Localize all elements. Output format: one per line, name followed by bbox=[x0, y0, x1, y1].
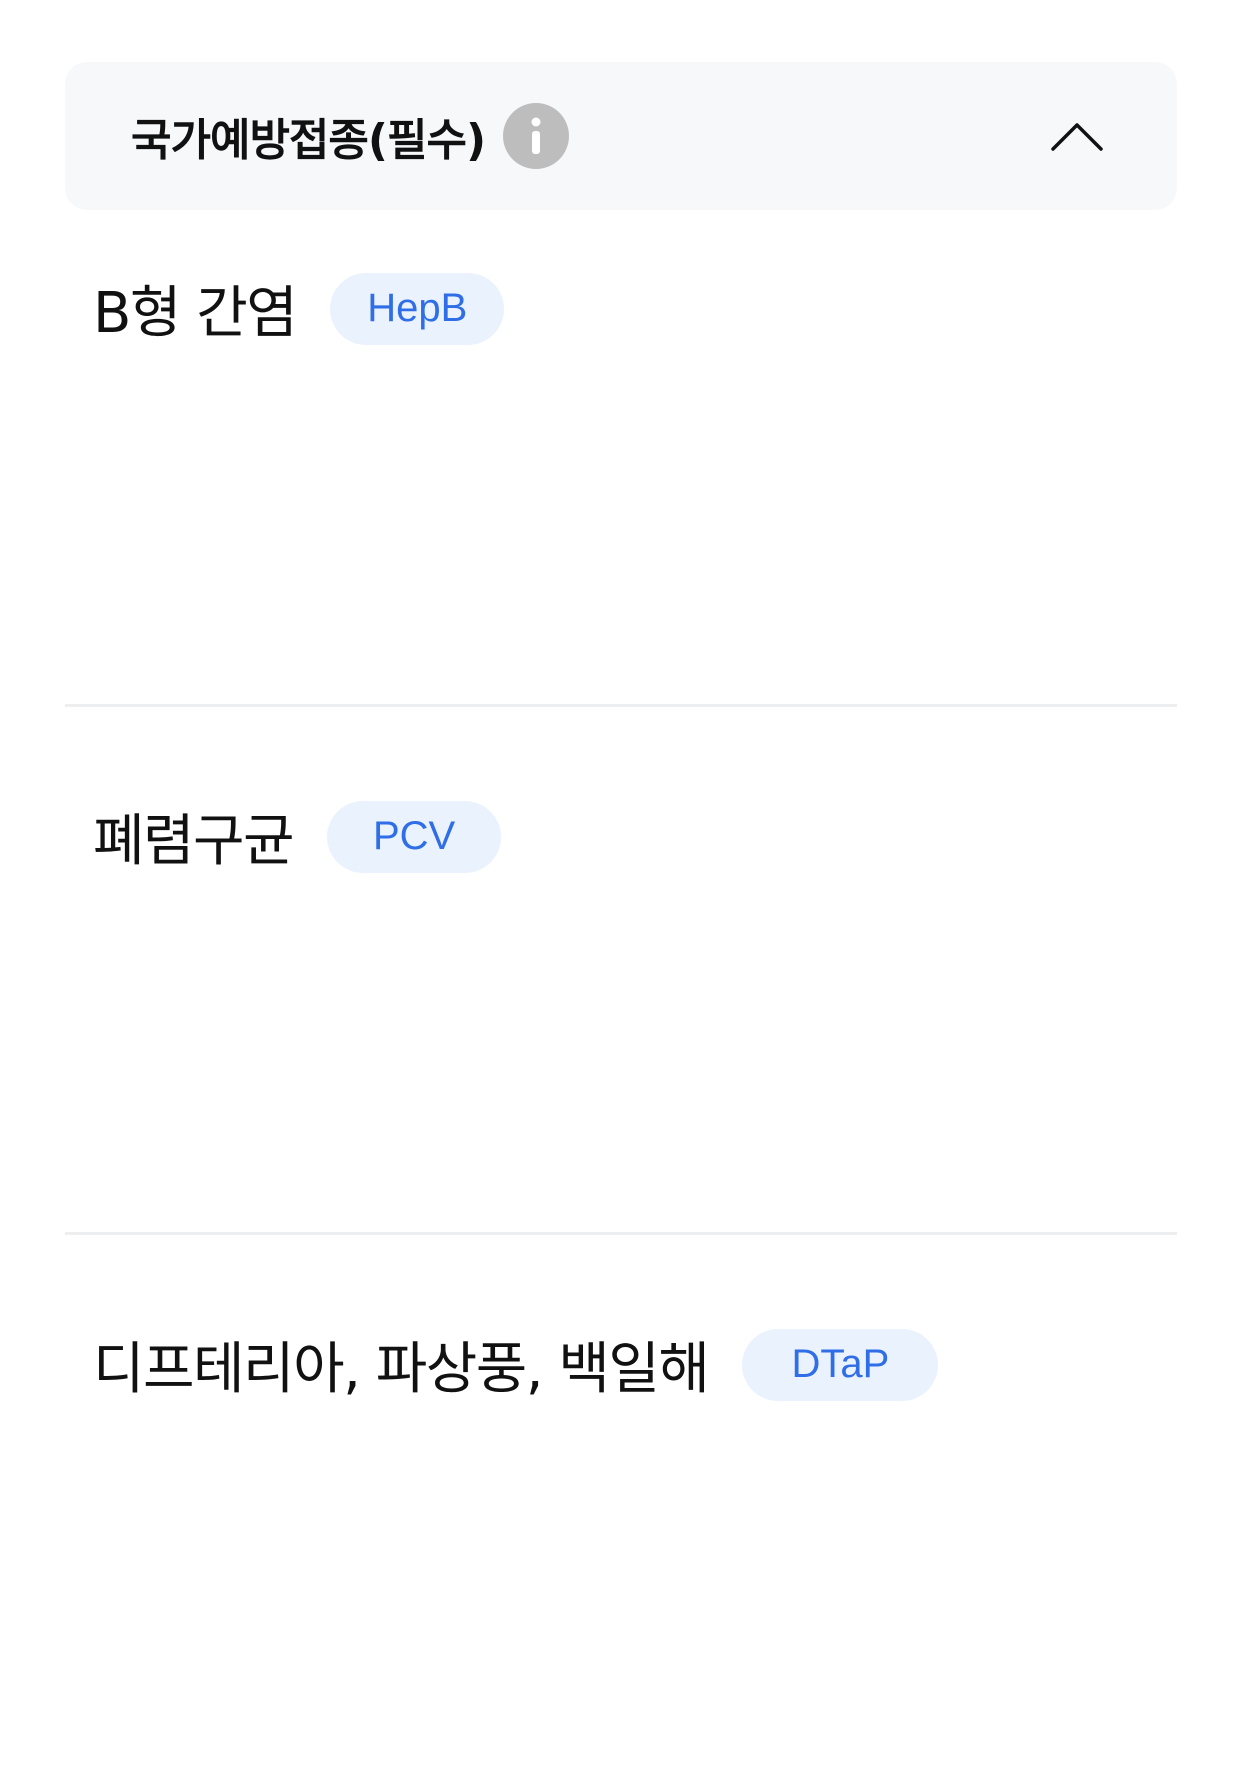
vaccine-name: B형 간염 bbox=[93, 281, 298, 346]
section-title: 국가예방접종(필수) bbox=[131, 115, 486, 166]
vaccine-name: 디프테리아, 파상풍, 백일해 bbox=[93, 1337, 710, 1402]
vaccine-item-hepb[interactable]: B형 간염 HepB bbox=[93, 268, 505, 349]
chevron-up-icon[interactable] bbox=[1051, 121, 1103, 151]
vaccine-badge: PCV bbox=[327, 800, 502, 873]
divider bbox=[65, 1232, 1177, 1235]
divider bbox=[65, 704, 1177, 707]
info-icon[interactable] bbox=[503, 103, 570, 169]
vaccination-section-header[interactable]: 국가예방접종(필수) bbox=[65, 62, 1177, 210]
vaccine-item-pcv[interactable]: 폐렴구균 PCV bbox=[93, 796, 502, 877]
vaccine-badge: HepB bbox=[330, 272, 505, 345]
vaccine-badge: DTaP bbox=[742, 1328, 939, 1401]
vaccine-name: 폐렴구균 bbox=[93, 809, 295, 874]
vaccine-item-dtap[interactable]: 디프테리아, 파상풍, 백일해 DTaP bbox=[93, 1324, 939, 1405]
section-title-wrap: 국가예방접종(필수) bbox=[131, 103, 570, 169]
